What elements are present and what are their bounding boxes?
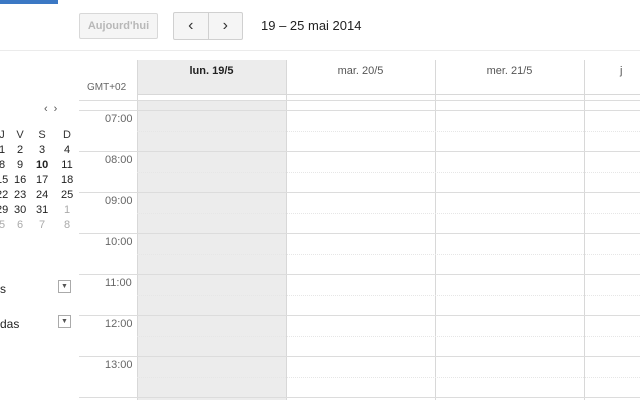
- mini-day[interactable]: 16: [14, 174, 26, 186]
- mini-day-today[interactable]: 10: [36, 159, 48, 171]
- mini-day[interactable]: 3: [36, 144, 48, 156]
- mini-prev-icon[interactable]: ‹: [44, 103, 54, 115]
- weekday-label: J: [0, 129, 5, 141]
- hour-line: [79, 233, 640, 234]
- toolbar-divider: [0, 50, 640, 51]
- hour-label: 08:00: [105, 154, 133, 166]
- day-header[interactable]: j: [584, 60, 640, 82]
- app-logo: [0, 0, 58, 4]
- mini-day-other-month[interactable]: 5: [0, 219, 8, 231]
- chevron-down-icon: ▼: [61, 318, 68, 325]
- mini-day-other-month[interactable]: 8: [61, 219, 73, 231]
- mini-day[interactable]: 25: [61, 189, 73, 201]
- mini-day[interactable]: 23: [14, 189, 26, 201]
- half-hour-line: [137, 254, 640, 255]
- day-header[interactable]: mar. 20/5: [286, 60, 435, 82]
- mini-day[interactable]: 17: [36, 174, 48, 186]
- allday-cell[interactable]: [137, 82, 286, 95]
- hour-line: [79, 192, 640, 193]
- next-week-button[interactable]: ›: [209, 13, 243, 39]
- mini-day[interactable]: 9: [14, 159, 26, 171]
- weekday-label: D: [63, 129, 71, 141]
- today-column-bg: [137, 100, 286, 400]
- hour-label: 07:00: [105, 113, 133, 125]
- my-calendars-dropdown[interactable]: ▼: [58, 280, 71, 293]
- mini-day[interactable]: 2: [14, 144, 26, 156]
- hour-label: 13:00: [105, 359, 133, 371]
- mini-day[interactable]: 24: [36, 189, 48, 201]
- mini-calendar-nav: ‹›: [44, 103, 63, 115]
- allday-cell[interactable]: [435, 82, 584, 95]
- mini-day[interactable]: 22: [0, 189, 8, 201]
- mini-day[interactable]: 29: [0, 204, 8, 216]
- mini-day[interactable]: 1: [0, 144, 8, 156]
- half-hour-line: [137, 377, 640, 378]
- hour-line: [79, 110, 640, 111]
- half-hour-line: [137, 172, 640, 173]
- column-divider: [286, 60, 287, 400]
- allday-cell[interactable]: [286, 82, 435, 95]
- mini-day[interactable]: 30: [14, 204, 26, 216]
- half-hour-line: [137, 336, 640, 337]
- hour-label: 12:00: [105, 318, 133, 330]
- hour-line: [79, 274, 640, 275]
- mini-day-other-month[interactable]: 7: [36, 219, 48, 231]
- mini-day[interactable]: 11: [61, 159, 73, 171]
- hour-line: [79, 356, 640, 357]
- other-calendars-label: das: [0, 317, 20, 331]
- other-calendars-dropdown[interactable]: ▼: [58, 315, 71, 328]
- half-hour-line: [137, 131, 640, 132]
- half-hour-line: [137, 295, 640, 296]
- hour-line: [79, 151, 640, 152]
- day-header-today[interactable]: lun. 19/5: [137, 60, 286, 82]
- mini-day[interactable]: 15: [0, 174, 8, 186]
- today-button[interactable]: Aujourd'hui: [79, 13, 158, 39]
- my-calendars-label: s: [0, 282, 6, 296]
- column-divider: [584, 60, 585, 400]
- mini-day[interactable]: 31: [36, 204, 48, 216]
- mini-day[interactable]: 18: [61, 174, 73, 186]
- prev-week-button[interactable]: ‹: [174, 13, 209, 39]
- mini-day[interactable]: 8: [0, 159, 8, 171]
- column-divider: [435, 60, 436, 400]
- weekday-label: V: [16, 129, 24, 141]
- hour-line: [79, 315, 640, 316]
- hour-line: [79, 397, 640, 398]
- date-range-title: 19 – 25 mai 2014: [261, 18, 362, 33]
- mini-day[interactable]: 4: [61, 144, 73, 156]
- week-grid: lun. 19/5 mar. 20/5 mer. 21/5 j GMT+02 0…: [79, 60, 640, 400]
- date-nav-group: ‹ ›: [173, 12, 243, 40]
- hour-label: 10:00: [105, 236, 133, 248]
- chevron-left-icon: ‹: [188, 17, 194, 34]
- hour-label: 09:00: [105, 195, 133, 207]
- day-header[interactable]: mer. 21/5: [435, 60, 584, 82]
- timezone-label: GMT+02: [87, 82, 127, 93]
- weekday-label: S: [38, 129, 46, 141]
- allday-cell[interactable]: [584, 82, 640, 95]
- column-divider: [137, 60, 138, 400]
- mini-next-icon[interactable]: ›: [54, 103, 64, 115]
- mini-day-other-month[interactable]: 6: [14, 219, 26, 231]
- grid-top-line: [79, 100, 640, 101]
- chevron-right-icon: ›: [222, 17, 228, 34]
- hour-label: 11:00: [105, 277, 132, 289]
- chevron-down-icon: ▼: [61, 283, 68, 290]
- half-hour-line: [137, 213, 640, 214]
- mini-day-other-month[interactable]: 1: [61, 204, 73, 216]
